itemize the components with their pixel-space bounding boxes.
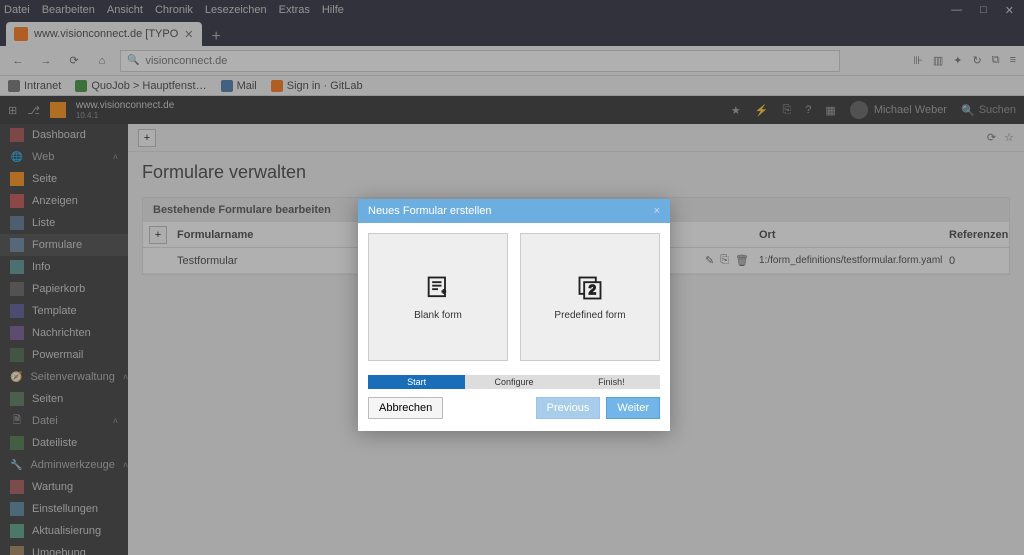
wizard-steps: Start Configure Finish! [368, 375, 660, 389]
svg-text:2: 2 [589, 281, 596, 296]
modal-footer: Abbrechen Previous Weiter [358, 389, 670, 431]
predefined-form-icon: 2 [576, 274, 604, 302]
cancel-button[interactable]: Abbrechen [368, 397, 443, 419]
modal-body: Blank form 2 Predefined form [358, 223, 670, 371]
modal-header: Neues Formular erstellen × [358, 199, 670, 223]
next-button[interactable]: Weiter [606, 397, 660, 419]
blank-form-icon [424, 274, 452, 302]
blank-form-label: Blank form [414, 310, 462, 321]
new-form-modal: Neues Formular erstellen × Blank form 2 … [358, 199, 670, 431]
step-configure: Configure [465, 375, 562, 389]
previous-button[interactable]: Previous [536, 397, 601, 419]
predefined-form-label: Predefined form [554, 310, 625, 321]
blank-form-option[interactable]: Blank form [368, 233, 508, 361]
modal-close[interactable]: × [654, 205, 660, 217]
step-start: Start [368, 375, 465, 389]
step-finish: Finish! [563, 375, 660, 389]
predefined-form-option[interactable]: 2 Predefined form [520, 233, 660, 361]
modal-title: Neues Formular erstellen [368, 205, 492, 217]
